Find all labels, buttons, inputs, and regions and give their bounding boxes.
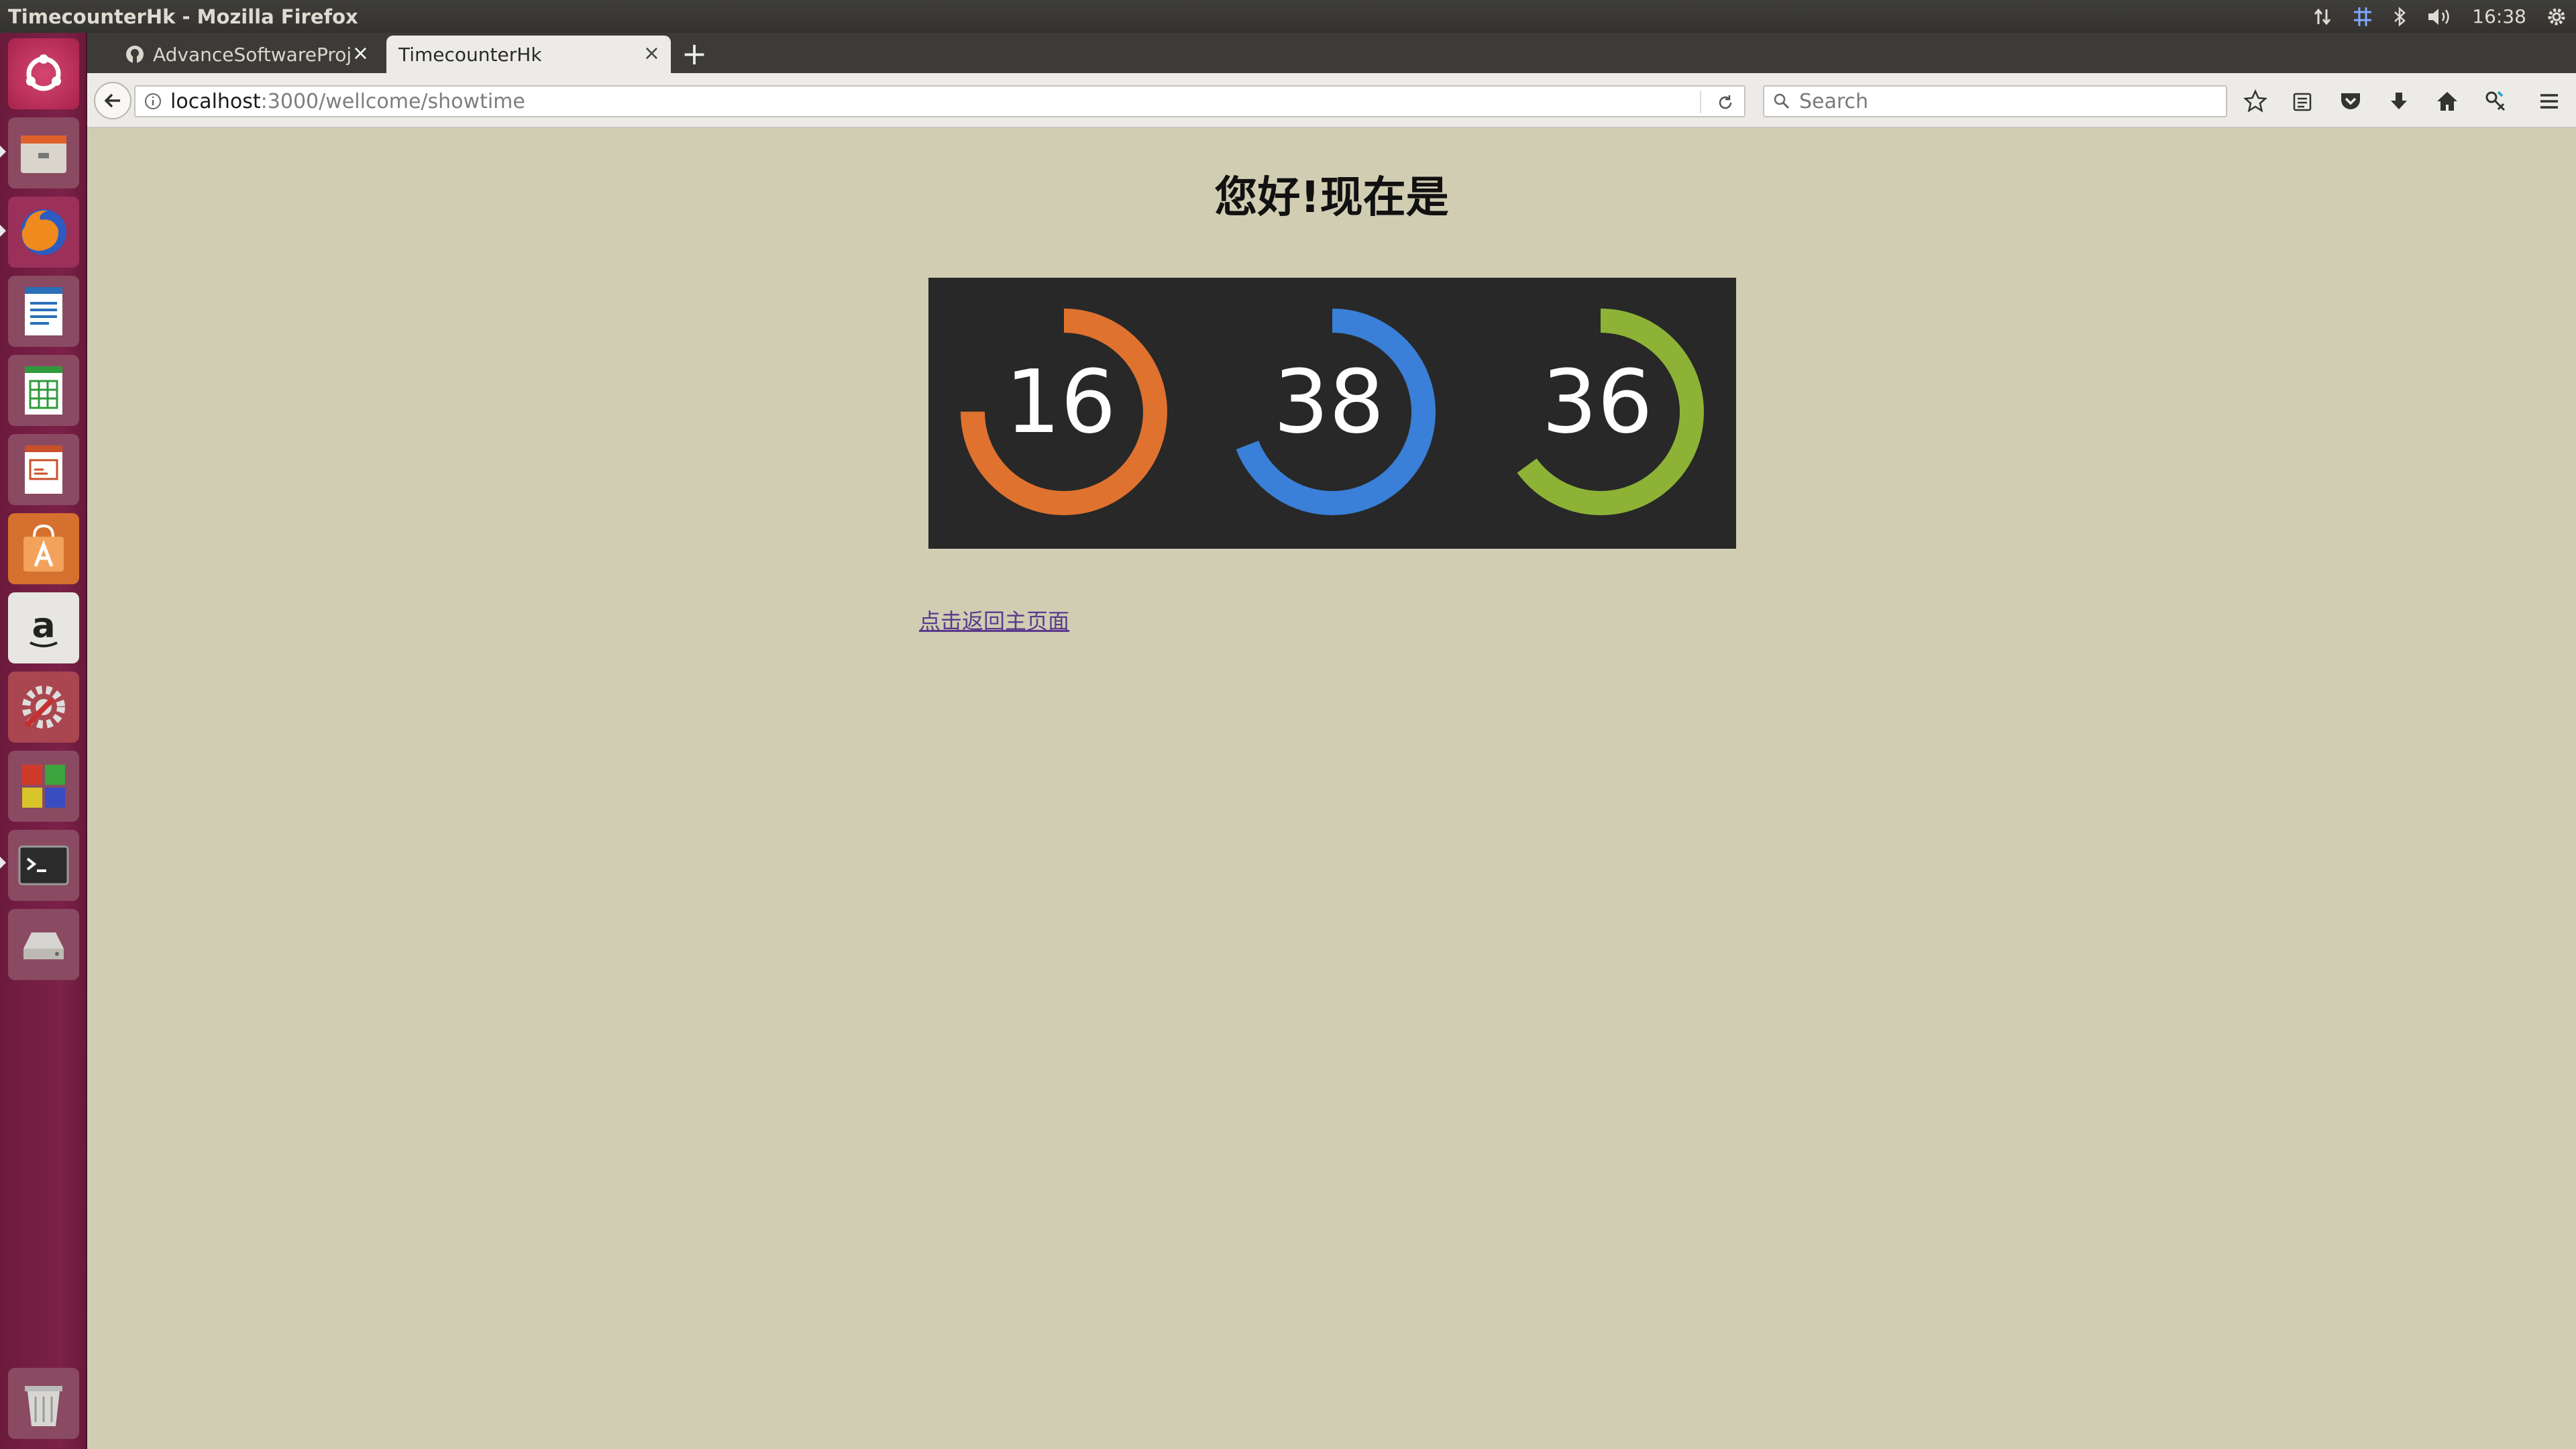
network-icon[interactable] (2312, 7, 2332, 27)
svg-text:a: a (32, 606, 55, 646)
tab-timecounter[interactable]: TimecounterHk × (386, 36, 671, 73)
tab-advance-software[interactable]: AdvanceSoftwareProj × (113, 36, 380, 73)
hours-dial: 16 (950, 298, 1178, 526)
pocket-icon[interactable] (2337, 88, 2364, 115)
disk-icon[interactable] (8, 909, 79, 980)
extension-icon[interactable] (2482, 88, 2509, 115)
impress-icon[interactable] (8, 434, 79, 505)
trash-icon[interactable] (8, 1368, 79, 1439)
running-indicator (0, 146, 6, 158)
files-icon[interactable] (8, 117, 79, 189)
bookmarks-list-icon[interactable] (2289, 88, 2316, 115)
hours-value: 16 (1005, 351, 1116, 453)
page-content: 您好!现在是 16 38 36 点击返回主页面 (87, 128, 2576, 1449)
session-gear-icon[interactable] (2545, 5, 2568, 28)
search-bar[interactable]: Search (1763, 85, 2227, 117)
url-host: localhost (170, 89, 261, 113)
software-center-icon[interactable] (8, 513, 79, 584)
back-arrow-icon (104, 93, 120, 108)
reload-icon[interactable] (1716, 93, 1735, 112)
writer-icon[interactable] (8, 276, 79, 347)
minutes-value: 38 (1273, 351, 1385, 453)
volume-icon[interactable] (2426, 6, 2453, 28)
firefox-icon[interactable] (8, 197, 79, 268)
search-icon (1774, 93, 1790, 109)
tab-close-icon-active[interactable]: × (643, 44, 660, 64)
back-button[interactable] (94, 82, 131, 119)
new-tab-button[interactable]: + (676, 37, 712, 72)
terminal-icon[interactable] (8, 830, 79, 901)
calc-icon[interactable] (8, 355, 79, 426)
bluetooth-icon[interactable] (2393, 6, 2408, 28)
clock-panel: 16 38 36 (928, 278, 1736, 549)
top-panel: TimecounterHk - Mozilla Firefox 16:38 (0, 0, 2576, 33)
panel-clock[interactable]: 16:38 (2472, 5, 2526, 28)
launcher: a (0, 33, 87, 1449)
tab-bar: AdvanceSoftwareProj × TimecounterHk × + (87, 33, 2576, 73)
info-icon[interactable] (144, 92, 162, 111)
running-indicator-2 (0, 225, 6, 237)
url-path: :3000/wellcome/showtime (260, 89, 525, 113)
bookmark-star-icon[interactable] (2242, 88, 2269, 115)
back-to-home-link[interactable]: 点击返回主页面 (919, 604, 1069, 635)
nav-toolbar: localhost:3000/wellcome/showtime Search (87, 73, 2576, 128)
home-icon[interactable] (2434, 88, 2461, 115)
seconds-value: 36 (1542, 351, 1653, 453)
minutes-dial: 38 (1218, 298, 1446, 526)
window-title: TimecounterHk - Mozilla Firefox (8, 5, 358, 28)
page-title: 您好!现在是 (1214, 173, 1449, 223)
workspaces-icon[interactable] (8, 751, 79, 822)
running-indicator-3 (0, 857, 6, 869)
downloads-icon[interactable] (2385, 88, 2412, 115)
search-placeholder: Search (1799, 89, 1869, 113)
amazon-icon[interactable]: a (8, 592, 79, 663)
hamburger-menu-icon[interactable] (2536, 88, 2563, 115)
url-bar[interactable]: localhost:3000/wellcome/showtime (134, 85, 1746, 117)
tab-close-icon[interactable]: × (352, 44, 369, 64)
tab-label-active: TimecounterHk (398, 43, 542, 66)
tab-label: AdvanceSoftwareProj (153, 43, 352, 66)
github-icon (126, 46, 144, 63)
panel-indicators: 16:38 (2312, 0, 2568, 33)
keyboard-input-icon[interactable] (2351, 5, 2374, 28)
ubuntu-dash-icon[interactable] (8, 38, 79, 109)
system-settings-icon[interactable] (8, 672, 79, 743)
seconds-dial: 36 (1487, 298, 1715, 526)
url-separator (1700, 91, 1701, 113)
